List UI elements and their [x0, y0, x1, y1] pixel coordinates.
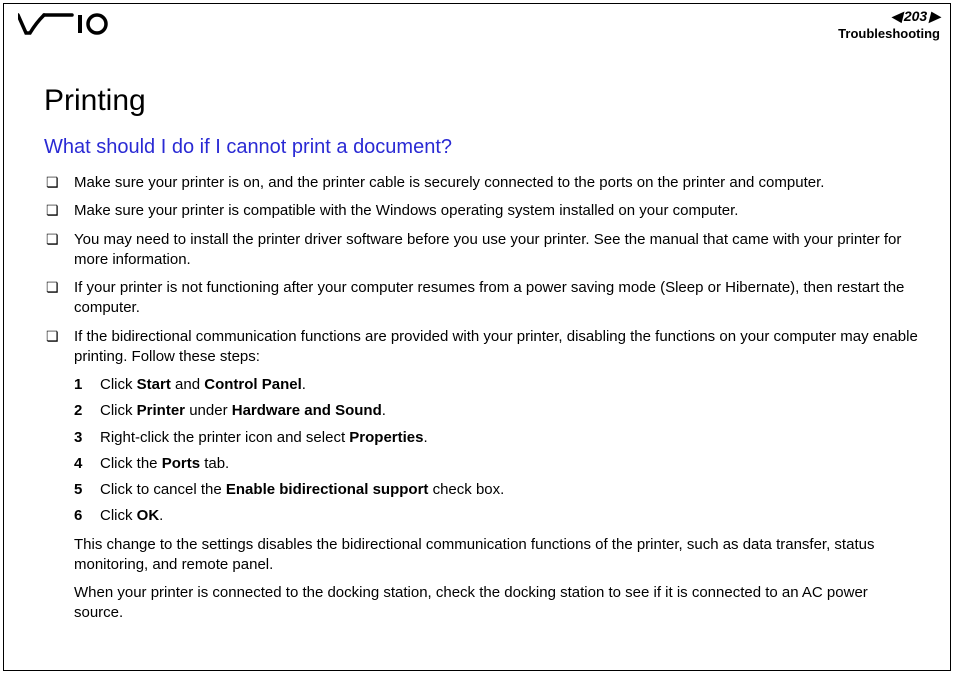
section-label: Troubleshooting	[838, 26, 940, 41]
steps-list: 1Click Start and Control Panel. 2Click P…	[74, 375, 920, 527]
list-item-text: If the bidirectional communication funct…	[74, 328, 918, 365]
page-content: Printing What should I do if I cannot pr…	[44, 84, 920, 632]
closing-paragraph: When your printer is connected to the do…	[74, 583, 920, 624]
step-number: 2	[74, 401, 82, 421]
page-subtitle: What should I do if I cannot print a doc…	[44, 136, 920, 159]
step-item: 6Click OK.	[74, 506, 920, 526]
list-item: If your printer is not functioning after…	[44, 278, 920, 319]
step-number: 5	[74, 480, 82, 500]
step-item: 5Click to cancel the Enable bidirectiona…	[74, 480, 920, 500]
step-item: 2Click Printer under Hardware and Sound.	[74, 401, 920, 421]
next-page-arrow-icon[interactable]: ▶	[929, 8, 940, 25]
step-item: 3Right-click the printer icon and select…	[74, 428, 920, 448]
header-nav: ◀ 203 ▶ Troubleshooting	[838, 8, 940, 41]
page-number: 203	[904, 8, 927, 24]
step-number: 4	[74, 454, 82, 474]
bullet-list: Make sure your printer is on, and the pr…	[44, 173, 920, 624]
step-item: 1Click Start and Control Panel.	[74, 375, 920, 395]
step-number: 3	[74, 428, 82, 448]
list-item: Make sure your printer is on, and the pr…	[44, 173, 920, 193]
page-header: ◀ 203 ▶ Troubleshooting	[4, 4, 950, 44]
step-number: 6	[74, 506, 82, 526]
prev-page-arrow-icon[interactable]: ◀	[891, 8, 902, 25]
list-item: You may need to install the printer driv…	[44, 230, 920, 271]
closing-paragraph: This change to the settings disables the…	[74, 535, 920, 576]
list-item: If the bidirectional communication funct…	[44, 327, 920, 624]
page-nav: ◀ 203 ▶	[891, 8, 940, 25]
list-item: Make sure your printer is compatible wit…	[44, 201, 920, 221]
step-number: 1	[74, 375, 82, 395]
vaio-logo	[18, 13, 108, 35]
document-page: ◀ 203 ▶ Troubleshooting Printing What sh…	[3, 3, 951, 671]
page-title: Printing	[44, 84, 920, 118]
step-item: 4Click the Ports tab.	[74, 454, 920, 474]
